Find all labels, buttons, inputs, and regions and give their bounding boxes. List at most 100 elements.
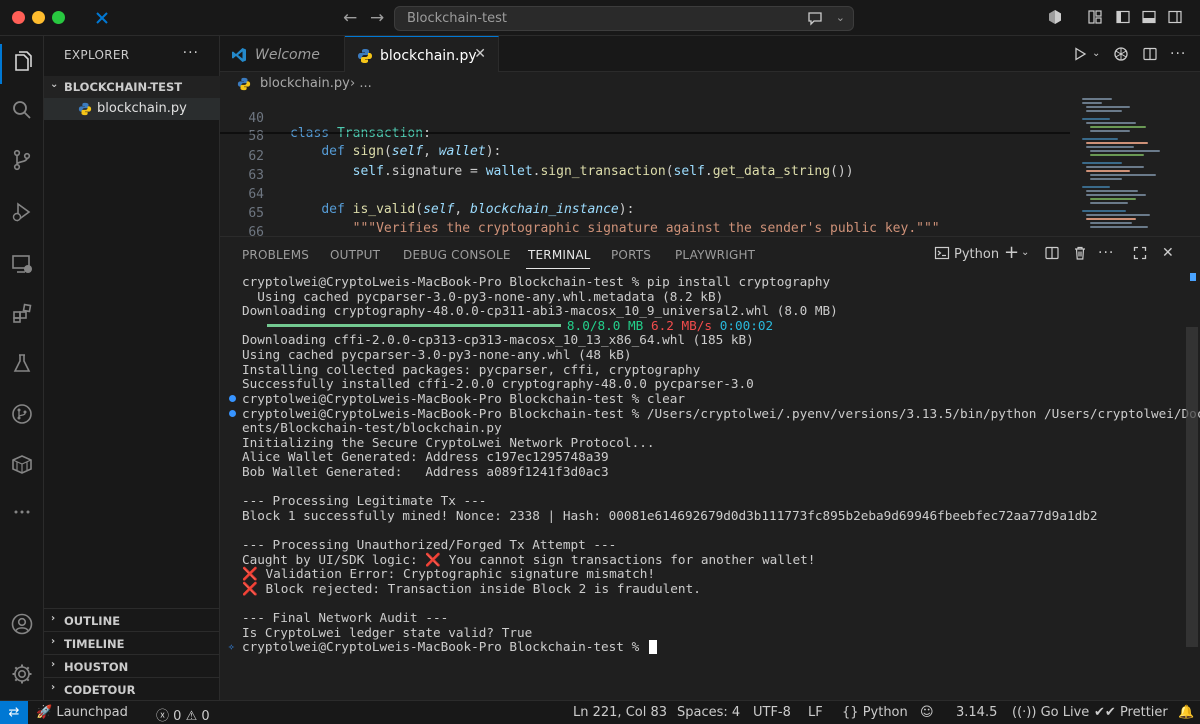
tab-output[interactable]: OUTPUT xyxy=(330,248,380,262)
terminal-more-icon[interactable]: ··· xyxy=(1098,245,1114,261)
tab-blockchain-py[interactable]: blockchain.py ✕ xyxy=(345,36,499,72)
terminal-shell-icon[interactable] xyxy=(934,245,950,265)
testing-flask-icon[interactable] xyxy=(6,348,38,380)
active-view-indicator xyxy=(0,44,2,84)
terminal-progress-line: 8.0/8.0 MB 6.2 MB/s 0:00:02 xyxy=(242,318,773,333)
code-line: 65 """Verifies the cryptographic signatu… xyxy=(220,191,1070,236)
minimap[interactable] xyxy=(1070,96,1200,236)
notifications-bell-icon[interactable]: 🔔 xyxy=(1178,705,1194,720)
new-terminal-chevron-icon[interactable]: ⌄ xyxy=(1021,247,1029,258)
terminal-line: Block 1 successfully mined! Nonce: 2338 … xyxy=(242,508,1098,523)
terminal-line: Successfully installed cffi-2.0.0 crypto… xyxy=(242,376,754,391)
close-panel-icon[interactable]: ✕ xyxy=(1162,245,1174,261)
launchpad-item[interactable]: 🚀 Launchpad xyxy=(36,705,128,720)
breadcrumb-file[interactable]: blockchain.py xyxy=(260,76,350,91)
more-actions-icon[interactable]: ··· xyxy=(1170,46,1186,62)
back-arrow-icon[interactable]: ← xyxy=(343,8,357,28)
accounts-icon[interactable] xyxy=(6,608,38,640)
close-icon[interactable]: ✕ xyxy=(474,46,486,62)
run-and-debug-icon[interactable] xyxy=(6,196,38,228)
cursor-position[interactable]: Ln 221, Col 83 xyxy=(573,705,667,720)
terminal-line: Using cached pycparser-3.0-py3-none-any.… xyxy=(242,347,632,362)
terminal-line: Downloading cryptography-48.0.0-cp311-ab… xyxy=(242,303,838,318)
toggle-panel-icon[interactable] xyxy=(1141,9,1157,25)
problems-status[interactable]: ⓧ 0 ⚠ 0 xyxy=(156,705,210,724)
split-editor-icon[interactable] xyxy=(1142,46,1158,66)
terminal-output[interactable]: cryptolwei@CryptoLweis-MacBook-Pro Block… xyxy=(220,273,1200,701)
maximize-window-button[interactable] xyxy=(52,11,65,24)
tab-debug-console[interactable]: DEBUG CONSOLE xyxy=(403,248,511,262)
terminal-scrollbar[interactable] xyxy=(1186,327,1198,647)
language-mode[interactable]: {} Python xyxy=(842,705,908,720)
chevron-right-icon: › xyxy=(51,613,56,624)
customize-layout-icon[interactable] xyxy=(1087,9,1103,25)
split-terminal-icon[interactable] xyxy=(1044,245,1060,265)
tab-ports[interactable]: PORTS xyxy=(611,248,651,262)
eol-status[interactable]: LF xyxy=(808,705,823,720)
bottom-panel: PROBLEMS OUTPUT DEBUG CONSOLE TERMINAL P… xyxy=(220,236,1200,700)
encoding-status[interactable]: UTF-8 xyxy=(753,705,791,720)
containers-icon[interactable] xyxy=(6,448,38,480)
tab-terminal[interactable]: TERMINAL xyxy=(528,248,591,262)
file-label: blockchain.py xyxy=(97,101,187,116)
error-x-icon: ❌ xyxy=(425,552,442,567)
section-timeline[interactable]: › TIMELINE xyxy=(44,631,220,654)
maximize-panel-icon[interactable] xyxy=(1132,245,1148,265)
minimize-window-button[interactable] xyxy=(32,11,45,24)
section-codetour[interactable]: › CODETOUR xyxy=(44,677,220,700)
terminal-shell-label[interactable]: Python xyxy=(954,247,999,262)
command-center-search[interactable]: Blockchain-test ⌄ xyxy=(394,6,854,31)
folder-root-blockchain-test[interactable]: ⌄ BLOCKCHAIN-TEST xyxy=(44,76,220,98)
double-check-icon: ✔✔ xyxy=(1094,705,1116,720)
chat-icon[interactable] xyxy=(807,10,823,30)
command-decoration-dot[interactable] xyxy=(229,410,236,417)
tab-welcome[interactable]: Welcome xyxy=(220,36,345,72)
terminal-line: Bob Wallet Generated: Address a089f1241f… xyxy=(242,464,609,479)
file-item-blockchain-py[interactable]: blockchain.py xyxy=(44,98,220,120)
explorer-icon[interactable] xyxy=(6,46,38,78)
active-tab-underline xyxy=(526,268,590,269)
section-label: OUTLINE xyxy=(64,614,121,628)
close-window-button[interactable] xyxy=(12,11,25,24)
tab-problems[interactable]: PROBLEMS xyxy=(242,248,309,262)
prettier-status[interactable]: ✔✔ Prettier xyxy=(1094,705,1168,720)
extensions-icon[interactable] xyxy=(6,298,38,330)
pull-requests-icon[interactable] xyxy=(6,398,38,430)
run-python-icon[interactable] xyxy=(1072,46,1088,66)
forward-arrow-icon[interactable]: → xyxy=(370,8,384,28)
code-line: 64 def is_valid(self, blockchain_instanc… xyxy=(220,172,1070,217)
chevron-right-icon: › xyxy=(51,659,56,670)
chevron-down-icon[interactable]: ⌄ xyxy=(836,11,845,24)
kill-terminal-trash-icon[interactable] xyxy=(1072,245,1088,265)
breadcrumb-more[interactable]: › ... xyxy=(350,76,372,91)
remote-explorer-icon[interactable] xyxy=(6,248,38,280)
terminal-line: cryptolwei@CryptoLweis-MacBook-Pro Block… xyxy=(242,274,831,289)
tab-playwright[interactable]: PLAYWRIGHT xyxy=(675,248,755,262)
copilot-icon[interactable]: ☺ xyxy=(920,705,934,720)
remote-indicator-icon[interactable]: ⇄ xyxy=(0,701,28,724)
section-outline[interactable]: › OUTLINE xyxy=(44,608,220,631)
terminal-line: cryptolwei@CryptoLweis-MacBook-Pro Block… xyxy=(242,406,1200,421)
indentation-status[interactable]: Spaces: 4 xyxy=(677,705,740,720)
toggle-sidebar-icon[interactable] xyxy=(94,10,110,26)
settings-gear-icon[interactable] xyxy=(6,658,38,690)
go-live-button[interactable]: ((·)) Go Live xyxy=(1012,705,1089,720)
launchpad-label: Launchpad xyxy=(56,705,128,720)
accounts-hex-icon[interactable] xyxy=(1047,9,1063,25)
run-options-chevron-icon[interactable]: ⌄ xyxy=(1092,48,1100,59)
python-version[interactable]: 3.14.5 xyxy=(956,705,997,720)
source-control-icon[interactable] xyxy=(6,144,38,176)
more-views-icon[interactable] xyxy=(6,496,38,528)
command-decoration-dot[interactable] xyxy=(229,395,236,402)
python-file-icon xyxy=(358,49,372,63)
python-file-icon xyxy=(237,77,251,91)
code-editor[interactable]: 40 class Transaction: 58 def sign(self, … xyxy=(220,96,1070,236)
explorer-more-actions-icon[interactable]: ··· xyxy=(183,45,199,61)
openai-icon[interactable] xyxy=(1113,46,1129,66)
toggle-primary-sidebar-icon[interactable] xyxy=(1115,9,1131,25)
sparkle-icon[interactable]: ✧ xyxy=(228,639,235,654)
toggle-secondary-sidebar-icon[interactable] xyxy=(1167,9,1183,25)
search-icon[interactable] xyxy=(6,94,38,126)
section-houston[interactable]: › HOUSTON xyxy=(44,654,220,677)
new-terminal-plus-icon[interactable]: + xyxy=(1004,242,1019,263)
